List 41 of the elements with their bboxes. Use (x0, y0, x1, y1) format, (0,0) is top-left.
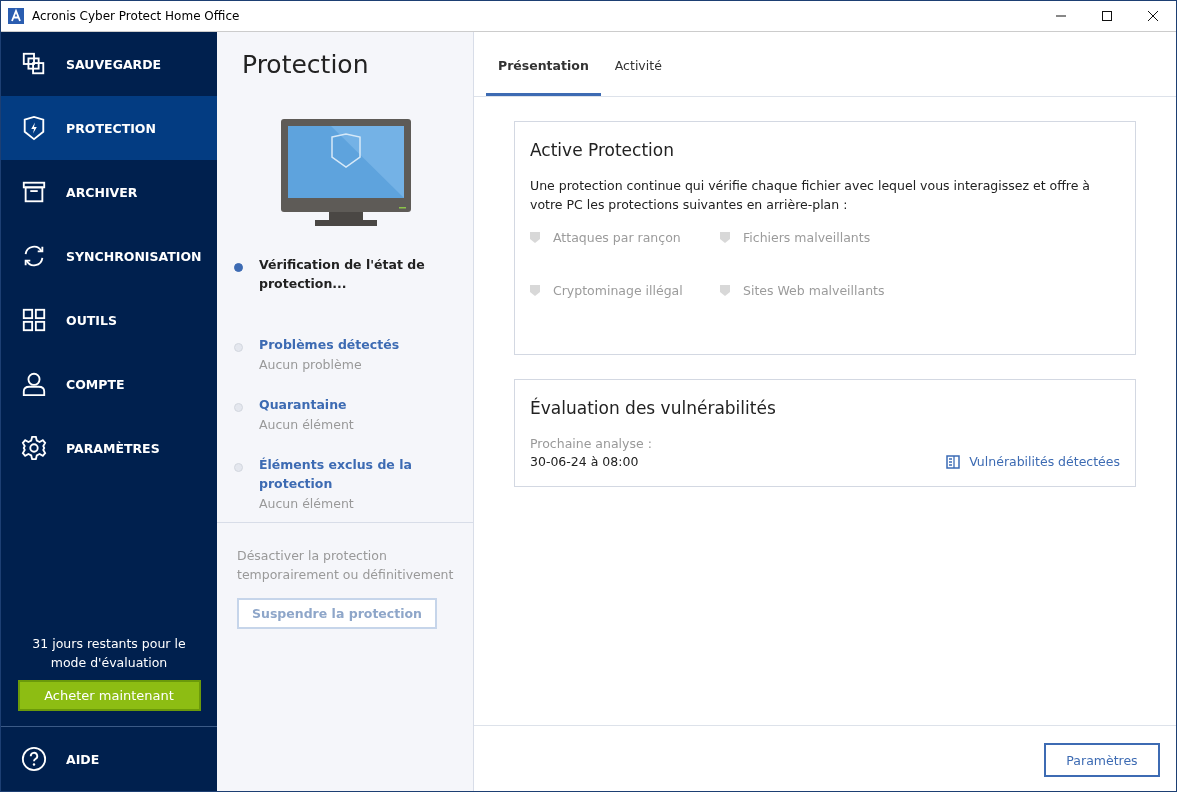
card-title: Active Protection (530, 140, 675, 160)
feature-label: Cryptominage illégal (553, 283, 683, 298)
card-title: Évaluation des vulnérabilités (530, 398, 777, 418)
disable-protection-text: Désactiver la protection temporairement ou définitivement (236, 547, 455, 584)
sidebar-item[interactable]: PROTECTION (1, 96, 217, 160)
window-title: Acronis Cyber Protect Home Office (32, 9, 240, 23)
help-item[interactable]: AIDE (1, 727, 217, 791)
sidebar-item[interactable]: OUTILS (1, 288, 217, 352)
grid-icon (21, 307, 47, 333)
next-scan-label: Prochaine analyse : (530, 435, 652, 453)
status-subtitle: Aucun élément (259, 495, 355, 513)
feature-label: Attaques par rançon (553, 230, 681, 245)
vulnerabilities-link[interactable]: Vulnérabilités détectées (969, 454, 1120, 469)
status-link[interactable]: Quarantaine (259, 395, 439, 414)
feature-label: Sites Web malveillants (743, 283, 885, 298)
status-subtitle: Aucun élément (259, 416, 355, 434)
feature-label: Fichiers malveillants (743, 230, 871, 245)
shield-icon (21, 115, 47, 141)
list-icon (946, 454, 961, 469)
status-link[interactable]: Éléments exclus de la protection (259, 455, 439, 493)
person-icon (21, 371, 47, 397)
copy-icon (21, 51, 47, 77)
sidebar-item[interactable]: SAUVEGARDE (1, 32, 217, 96)
settings-button[interactable]: Paramètres (1044, 743, 1160, 777)
next-scan-value: 30-06-24 à 08:00 (530, 454, 640, 469)
sidebar-item[interactable]: PARAMÈTRES (1, 416, 217, 480)
sidebar-item[interactable]: SYNCHRONISATION (1, 224, 217, 288)
sidebar-item[interactable]: COMPTE (1, 352, 217, 416)
panel-title: Protection (241, 49, 370, 79)
trial-text: 31 jours restants pour le mode d'évaluation (31, 635, 187, 672)
archive-box-icon (21, 179, 47, 205)
settings-icon (21, 435, 47, 461)
status-text: Vérification de l'état de protection... (259, 256, 426, 293)
sidebar-item[interactable]: ARCHIVER (1, 160, 217, 224)
tab[interactable]: Présentation (486, 58, 601, 96)
status-link[interactable]: Problèmes détectés (259, 335, 439, 354)
card-description: Une protection continue qui vérifie chaque fichier avec lequel vous interagissez et offre à votre PC les protections suivantes en arrière-plan : (530, 177, 1091, 214)
help-icon (21, 746, 47, 772)
status-subtitle: Aucun problème (259, 356, 363, 374)
app-logo-icon (8, 8, 24, 24)
tab[interactable]: Activité (602, 58, 674, 96)
